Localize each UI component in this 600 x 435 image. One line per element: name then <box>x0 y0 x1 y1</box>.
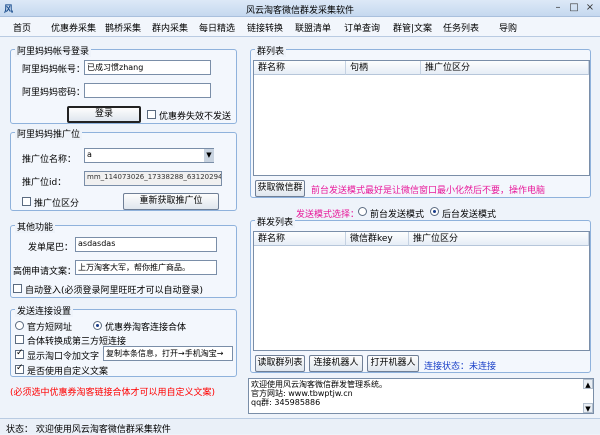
send-promo-header[interactable]: 推广位区分 <box>409 232 589 246</box>
coupon-invalid-label: 优惠券失效不发送 <box>159 112 232 122</box>
send-list-panel: 群发列表 群名称 微信群key 推广位区分 读取群列表 连接机器人 打开机器人 … <box>250 215 591 373</box>
menu-coupon-collect[interactable]: 优惠券采集 <box>51 21 96 34</box>
account-label: 阿里妈妈帐号： <box>22 65 86 75</box>
close-icon[interactable]: × <box>582 1 598 15</box>
password-input[interactable] <box>84 83 211 98</box>
custom-copy-note: (必须选中优惠券淘客链接合体才可以用自定义文案) <box>10 388 216 398</box>
auto-login-label: 自动登入(必须登录阿里旺旺才可以自动登录) <box>25 286 204 296</box>
menu-order-query[interactable]: 订单查询 <box>344 21 380 34</box>
promo-id-field: mm_114073026_17338288_63120294 <box>84 171 222 186</box>
tail-input[interactable]: asdasdas <box>75 237 217 252</box>
refresh-promo-button[interactable]: 重新获取推广位 <box>123 193 219 210</box>
radio-front-label: 前台发送模式 <box>370 210 425 220</box>
show-pwd-checkbox[interactable] <box>15 348 24 359</box>
menu-link-convert[interactable]: 链接转换 <box>247 21 283 34</box>
group-name-header[interactable]: 群名称 <box>254 61 346 75</box>
radio-coupon-label: 优惠券淘客连接合体 <box>105 323 187 333</box>
open-robot-button[interactable]: 打开机器人 <box>367 355 419 372</box>
login-button[interactable]: 登录 <box>67 106 141 123</box>
login-group-title: 阿里妈妈帐号登录 <box>15 44 92 57</box>
read-group-list-button[interactable]: 读取群列表 <box>255 355 305 372</box>
send-group-name-header[interactable]: 群名称 <box>254 232 346 246</box>
log-line-welcome: 欢迎使用风云淘客微信群发管理系统。 <box>251 380 387 389</box>
watermark: 9DOWN <box>500 395 570 414</box>
title-bar: 风 风云淘客微信群发采集软件 – □ × <box>0 0 600 17</box>
apply-label: 高佣申请文案： <box>13 267 77 277</box>
scroll-down-icon[interactable]: ▼ <box>583 403 593 413</box>
window-title: 风云淘客微信群发采集软件 <box>245 6 354 16</box>
show-pwd-input[interactable]: 复制本条信息，打开→手机淘宝→ <box>103 346 233 361</box>
connection-status-value: 未连接 <box>469 362 497 372</box>
menu-bar: 首页 优惠券采集 鹊桥采集 群内采集 每日精选 链接转换 联盟清单 订单查询 群… <box>0 17 600 37</box>
radio-back-label: 后台发送模式 <box>442 210 497 220</box>
group-promo-header[interactable]: 推广位区分 <box>421 61 589 75</box>
other-group-title: 其他功能 <box>15 220 56 233</box>
menu-group-copy[interactable]: 群管|文案 <box>393 21 432 34</box>
account-input[interactable]: 已成习惯zhang <box>84 60 211 75</box>
group-handle-header[interactable]: 句柄 <box>346 61 421 75</box>
other-group: 其他功能 发单尾巴： asdasdas 高佣申请文案： 上万淘客大军，帮你推广商… <box>10 220 237 298</box>
send-group-key-header[interactable]: 微信群key <box>346 232 409 246</box>
promo-id-label: 推广位id： <box>22 178 67 188</box>
promo-distinguish-label: 推广位区分 <box>34 199 80 209</box>
promo-group: 阿里妈妈推广位 推广位名称： a ▼ 推广位id： mm_114073026_1… <box>10 127 237 211</box>
login-group: 阿里妈妈帐号登录 阿里妈妈帐号： 已成习惯zhang 阿里妈妈密码： 登录 优惠… <box>10 44 237 124</box>
merge-checkbox[interactable] <box>15 335 24 344</box>
dropdown-arrow-icon[interactable]: ▼ <box>204 149 214 162</box>
menu-shopping-guide[interactable]: 导购 <box>499 21 517 34</box>
custom-copy-label: 是否使用自定义文案 <box>27 367 109 377</box>
tail-label: 发单尾巴： <box>28 243 74 253</box>
auto-login-checkbox[interactable] <box>13 284 22 293</box>
custom-copy-checkbox[interactable] <box>15 363 24 374</box>
fetch-wechat-groups-button[interactable]: 获取微信群 <box>255 180 305 197</box>
promo-group-title: 阿里妈妈推广位 <box>15 127 83 140</box>
menu-group-collect[interactable]: 群内采集 <box>152 21 188 34</box>
send-mode-label: 发送模式选择： <box>296 210 360 220</box>
menu-daily-pick[interactable]: 每日精选 <box>199 21 235 34</box>
radio-coupon-merge[interactable] <box>93 321 102 330</box>
show-pwd-label: 显示淘口令加文字 <box>27 352 100 362</box>
front-mode-tip: 前台发送模式最好是让微信窗口最小化然后不要，操作电脑 <box>311 186 546 196</box>
minimize-icon[interactable]: – <box>550 1 566 15</box>
send-list-title: 群发列表 <box>255 215 296 228</box>
password-label: 阿里妈妈密码： <box>22 88 86 98</box>
send-list-table[interactable]: 群名称 微信群key 推广位区分 <box>253 231 590 351</box>
status-text: 状态： 欢迎使用风云淘客微信群采集软件 <box>6 425 171 435</box>
radio-official-short[interactable] <box>15 321 24 330</box>
group-list-panel: 群列表 群名称 句柄 推广位区分 获取微信群 前台发送模式最好是让微信窗口最小化… <box>250 44 591 198</box>
menu-queqiao-collect[interactable]: 鹊桥采集 <box>105 21 141 34</box>
radio-front-mode[interactable] <box>358 207 367 216</box>
promo-distinguish-checkbox[interactable] <box>22 197 31 206</box>
menu-task-list[interactable]: 任务列表 <box>443 21 479 34</box>
scroll-up-icon[interactable]: ▲ <box>583 379 593 389</box>
coupon-invalid-checkbox[interactable] <box>147 110 156 119</box>
radio-official-label: 官方短网址 <box>27 323 73 333</box>
promo-name-label: 推广位名称： <box>22 155 77 165</box>
connect-robot-button[interactable]: 连接机器人 <box>309 355 363 372</box>
apply-input[interactable]: 上万淘客大军，帮你推广商品。 <box>75 260 217 275</box>
connection-status-label: 连接状态： <box>424 362 470 372</box>
promo-name-select[interactable]: a <box>84 148 214 163</box>
group-list-title: 群列表 <box>255 44 287 57</box>
send-settings-title: 发送连接设置 <box>15 304 74 317</box>
group-list-table[interactable]: 群名称 句柄 推广位区分 <box>253 60 590 176</box>
menu-alliance-list[interactable]: 联盟清单 <box>295 21 331 34</box>
radio-back-mode[interactable] <box>430 207 439 216</box>
status-bar: 状态： 欢迎使用风云淘客微信群采集软件 <box>0 418 600 435</box>
maximize-icon[interactable]: □ <box>566 1 582 15</box>
menu-home[interactable]: 首页 <box>13 21 31 34</box>
send-settings-group: 发送连接设置 官方短网址 优惠券淘客连接合体 合体转换成第三方短连接 显示淘口令… <box>10 304 237 377</box>
